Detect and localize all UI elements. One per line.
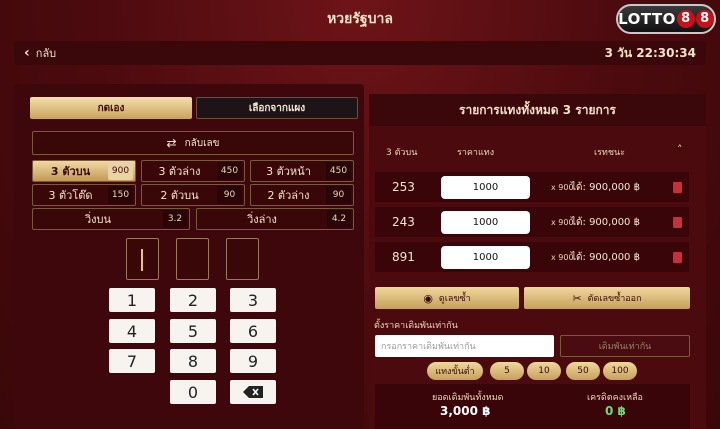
lotto88-logo[interactable]: LOTTO 8 8 bbox=[616, 4, 716, 34]
view-duplicates-button[interactable]: ◉ ดูเลขซ้ำ bbox=[375, 287, 519, 309]
digit-input-1[interactable] bbox=[126, 238, 159, 280]
set-all-button[interactable]: เดิมพันเท่ากัน bbox=[560, 335, 690, 357]
nav-bar: ‹ กลับ 3 วัน 22:30:34 bbox=[14, 41, 706, 65]
bet-type-rate: 4.2 bbox=[327, 210, 351, 228]
column-header: ราคาแทง bbox=[457, 148, 495, 158]
view-duplicates-label: ดูเลขซ้ำ bbox=[438, 294, 471, 304]
top-bar: หวยรัฐบาล bbox=[0, 0, 720, 38]
bet-type-label: วิ่งบน bbox=[84, 213, 112, 226]
bet-type-3-top[interactable]: 3 ตัวบน 900 bbox=[32, 160, 136, 182]
credit-label: เครดิตคงเหลือ bbox=[587, 393, 643, 403]
column-header: เรทชนะ bbox=[594, 148, 625, 158]
column-header: 3 ตัวบน bbox=[386, 148, 418, 158]
bet-type-3-front[interactable]: 3 ตัวหน้า 450 bbox=[250, 160, 354, 182]
bet-type-label: 3 ตัวหน้า bbox=[266, 165, 311, 178]
bet-type-run-top[interactable]: วิ่งบน 3.2 bbox=[32, 208, 190, 230]
eye-icon: ◉ bbox=[423, 291, 433, 305]
key-6[interactable]: 6 bbox=[230, 319, 276, 343]
bet-type-rate: 3.2 bbox=[163, 210, 187, 228]
bet-amount-input[interactable]: 1000 bbox=[441, 210, 530, 234]
page-title: หวยรัฐบาล bbox=[327, 11, 393, 27]
bet-type-2-bottom[interactable]: 2 ตัวล่าง 90 bbox=[250, 184, 354, 206]
total-bet-value: 3,000 ฿ bbox=[440, 404, 491, 418]
table-row: 253 1000 x 900 ได้: 900,000 ฿ bbox=[375, 172, 689, 202]
key-9[interactable]: 9 bbox=[230, 349, 276, 373]
bet-type-rate: 450 bbox=[217, 162, 242, 180]
bet-type-label: 2 ตัวล่าง bbox=[267, 189, 310, 202]
text-caret bbox=[141, 249, 143, 271]
bet-amount-input[interactable]: 1000 bbox=[441, 245, 530, 269]
bet-type-3-tod[interactable]: 3 ตัวโต๊ด 150 bbox=[32, 184, 136, 206]
bet-type-label: 3 ตัวบน bbox=[50, 165, 91, 178]
bet-number: 243 bbox=[392, 215, 415, 229]
remove-icon: ✂ bbox=[572, 291, 582, 305]
totals-bar: ยอดเดิมพันทั้งหมด 3,000 ฿ เครดิตคงเหลือ … bbox=[375, 384, 690, 429]
credit-value: 0 ฿ bbox=[605, 404, 626, 418]
key-8[interactable]: 8 bbox=[170, 349, 216, 373]
potential-win: ได้: 900,000 ฿ bbox=[571, 251, 640, 263]
chevron-left-icon: ‹ bbox=[24, 45, 30, 61]
bet-list-table: 3 ตัวบน ราคาแทง เรทชนะ ˄ 253 1000 x 900 … bbox=[369, 126, 706, 306]
min-bet-chip[interactable]: แทงขั้นต่ำ bbox=[427, 362, 483, 380]
chip-10[interactable]: 10 bbox=[527, 362, 561, 380]
total-bet-label: ยอดเดิมพันทั้งหมด bbox=[432, 393, 504, 403]
chip-50[interactable]: 50 bbox=[566, 362, 600, 380]
bet-type-label: 3 ตัวโต๊ด bbox=[48, 189, 93, 202]
back-label: กลับ bbox=[35, 47, 57, 60]
bet-type-2-top[interactable]: 2 ตัวบน 90 bbox=[141, 184, 245, 206]
shuffle-icon: ⇄ bbox=[166, 136, 177, 150]
countdown-timer: 3 วัน 22:30:34 bbox=[604, 45, 696, 60]
bet-type-label: วิ่งล่าง bbox=[247, 213, 277, 226]
table-row: 891 1000 x 900 ได้: 900,000 ฿ bbox=[375, 242, 689, 272]
backspace-icon bbox=[243, 386, 263, 398]
bet-amount-input[interactable]: 1000 bbox=[441, 175, 530, 199]
bet-type-rate: 150 bbox=[108, 186, 133, 204]
bet-type-rate: 90 bbox=[217, 186, 242, 204]
key-1[interactable]: 1 bbox=[109, 288, 155, 312]
bet-type-label: 3 ตัวล่าง bbox=[158, 165, 201, 178]
key-2[interactable]: 2 bbox=[170, 288, 216, 312]
bet-number: 891 bbox=[392, 250, 415, 264]
chip-100[interactable]: 100 bbox=[603, 362, 637, 380]
table-row: 243 1000 x 900 ได้: 900,000 ฿ bbox=[375, 207, 689, 237]
key-7[interactable]: 7 bbox=[109, 349, 155, 373]
key-4[interactable]: 4 bbox=[109, 319, 155, 343]
tab-pick-from-grid[interactable]: เลือกจากแผง bbox=[196, 97, 358, 119]
bet-type-rate: 450 bbox=[326, 162, 351, 180]
bet-type-3-bottom[interactable]: 3 ตัวล่าง 450 bbox=[141, 160, 245, 182]
bet-list-title: รายการแทงทั้งหมด 3 รายการ bbox=[369, 94, 706, 126]
trash-icon[interactable] bbox=[673, 181, 682, 193]
remove-duplicates-label: ตัดเลขซ้ำออก bbox=[587, 294, 642, 304]
key-5[interactable]: 5 bbox=[170, 319, 216, 343]
digit-input-3[interactable] bbox=[226, 238, 259, 280]
collapse-chevron-icon[interactable]: ˄ bbox=[677, 143, 683, 156]
backspace-button[interactable] bbox=[230, 380, 276, 404]
bet-type-rate: 900 bbox=[108, 162, 133, 180]
bet-type-label: 2 ตัวบน bbox=[160, 189, 199, 202]
potential-win: ได้: 900,000 ฿ bbox=[571, 216, 640, 228]
digit-input-2[interactable] bbox=[176, 238, 209, 280]
remove-duplicates-button[interactable]: ✂ ตัดเลขซ้ำออก bbox=[524, 287, 690, 309]
trash-icon[interactable] bbox=[673, 216, 682, 228]
key-0[interactable]: 0 bbox=[170, 380, 216, 404]
bet-number: 253 bbox=[392, 180, 415, 194]
potential-win: ได้: 900,000 ฿ bbox=[571, 181, 640, 193]
table-header: 3 ตัวบน ราคาแทง เรทชนะ ˄ bbox=[369, 143, 706, 159]
set-all-amount-input[interactable]: กรอกราคาเดิมพันเท่ากัน bbox=[375, 335, 554, 357]
back-button[interactable]: ‹ กลับ bbox=[24, 44, 56, 62]
reverse-number-label: กลับเลข bbox=[184, 137, 220, 149]
bet-type-run-bottom[interactable]: วิ่งล่าง 4.2 bbox=[196, 208, 354, 230]
trash-icon[interactable] bbox=[673, 251, 682, 263]
set-all-label: ตั้งราคาเดิมพันเท่ากัน bbox=[374, 321, 458, 331]
bet-input-panel: กดเอง เลือกจากแผง ⇄ กลับเลข 3 ตัวบน 900 … bbox=[14, 84, 364, 429]
chip-5[interactable]: 5 bbox=[490, 362, 524, 380]
key-3[interactable]: 3 bbox=[230, 288, 276, 312]
tab-manual[interactable]: กดเอง bbox=[30, 97, 192, 119]
reverse-number-button[interactable]: ⇄ กลับเลข bbox=[32, 131, 354, 155]
bet-type-rate: 90 bbox=[326, 186, 351, 204]
